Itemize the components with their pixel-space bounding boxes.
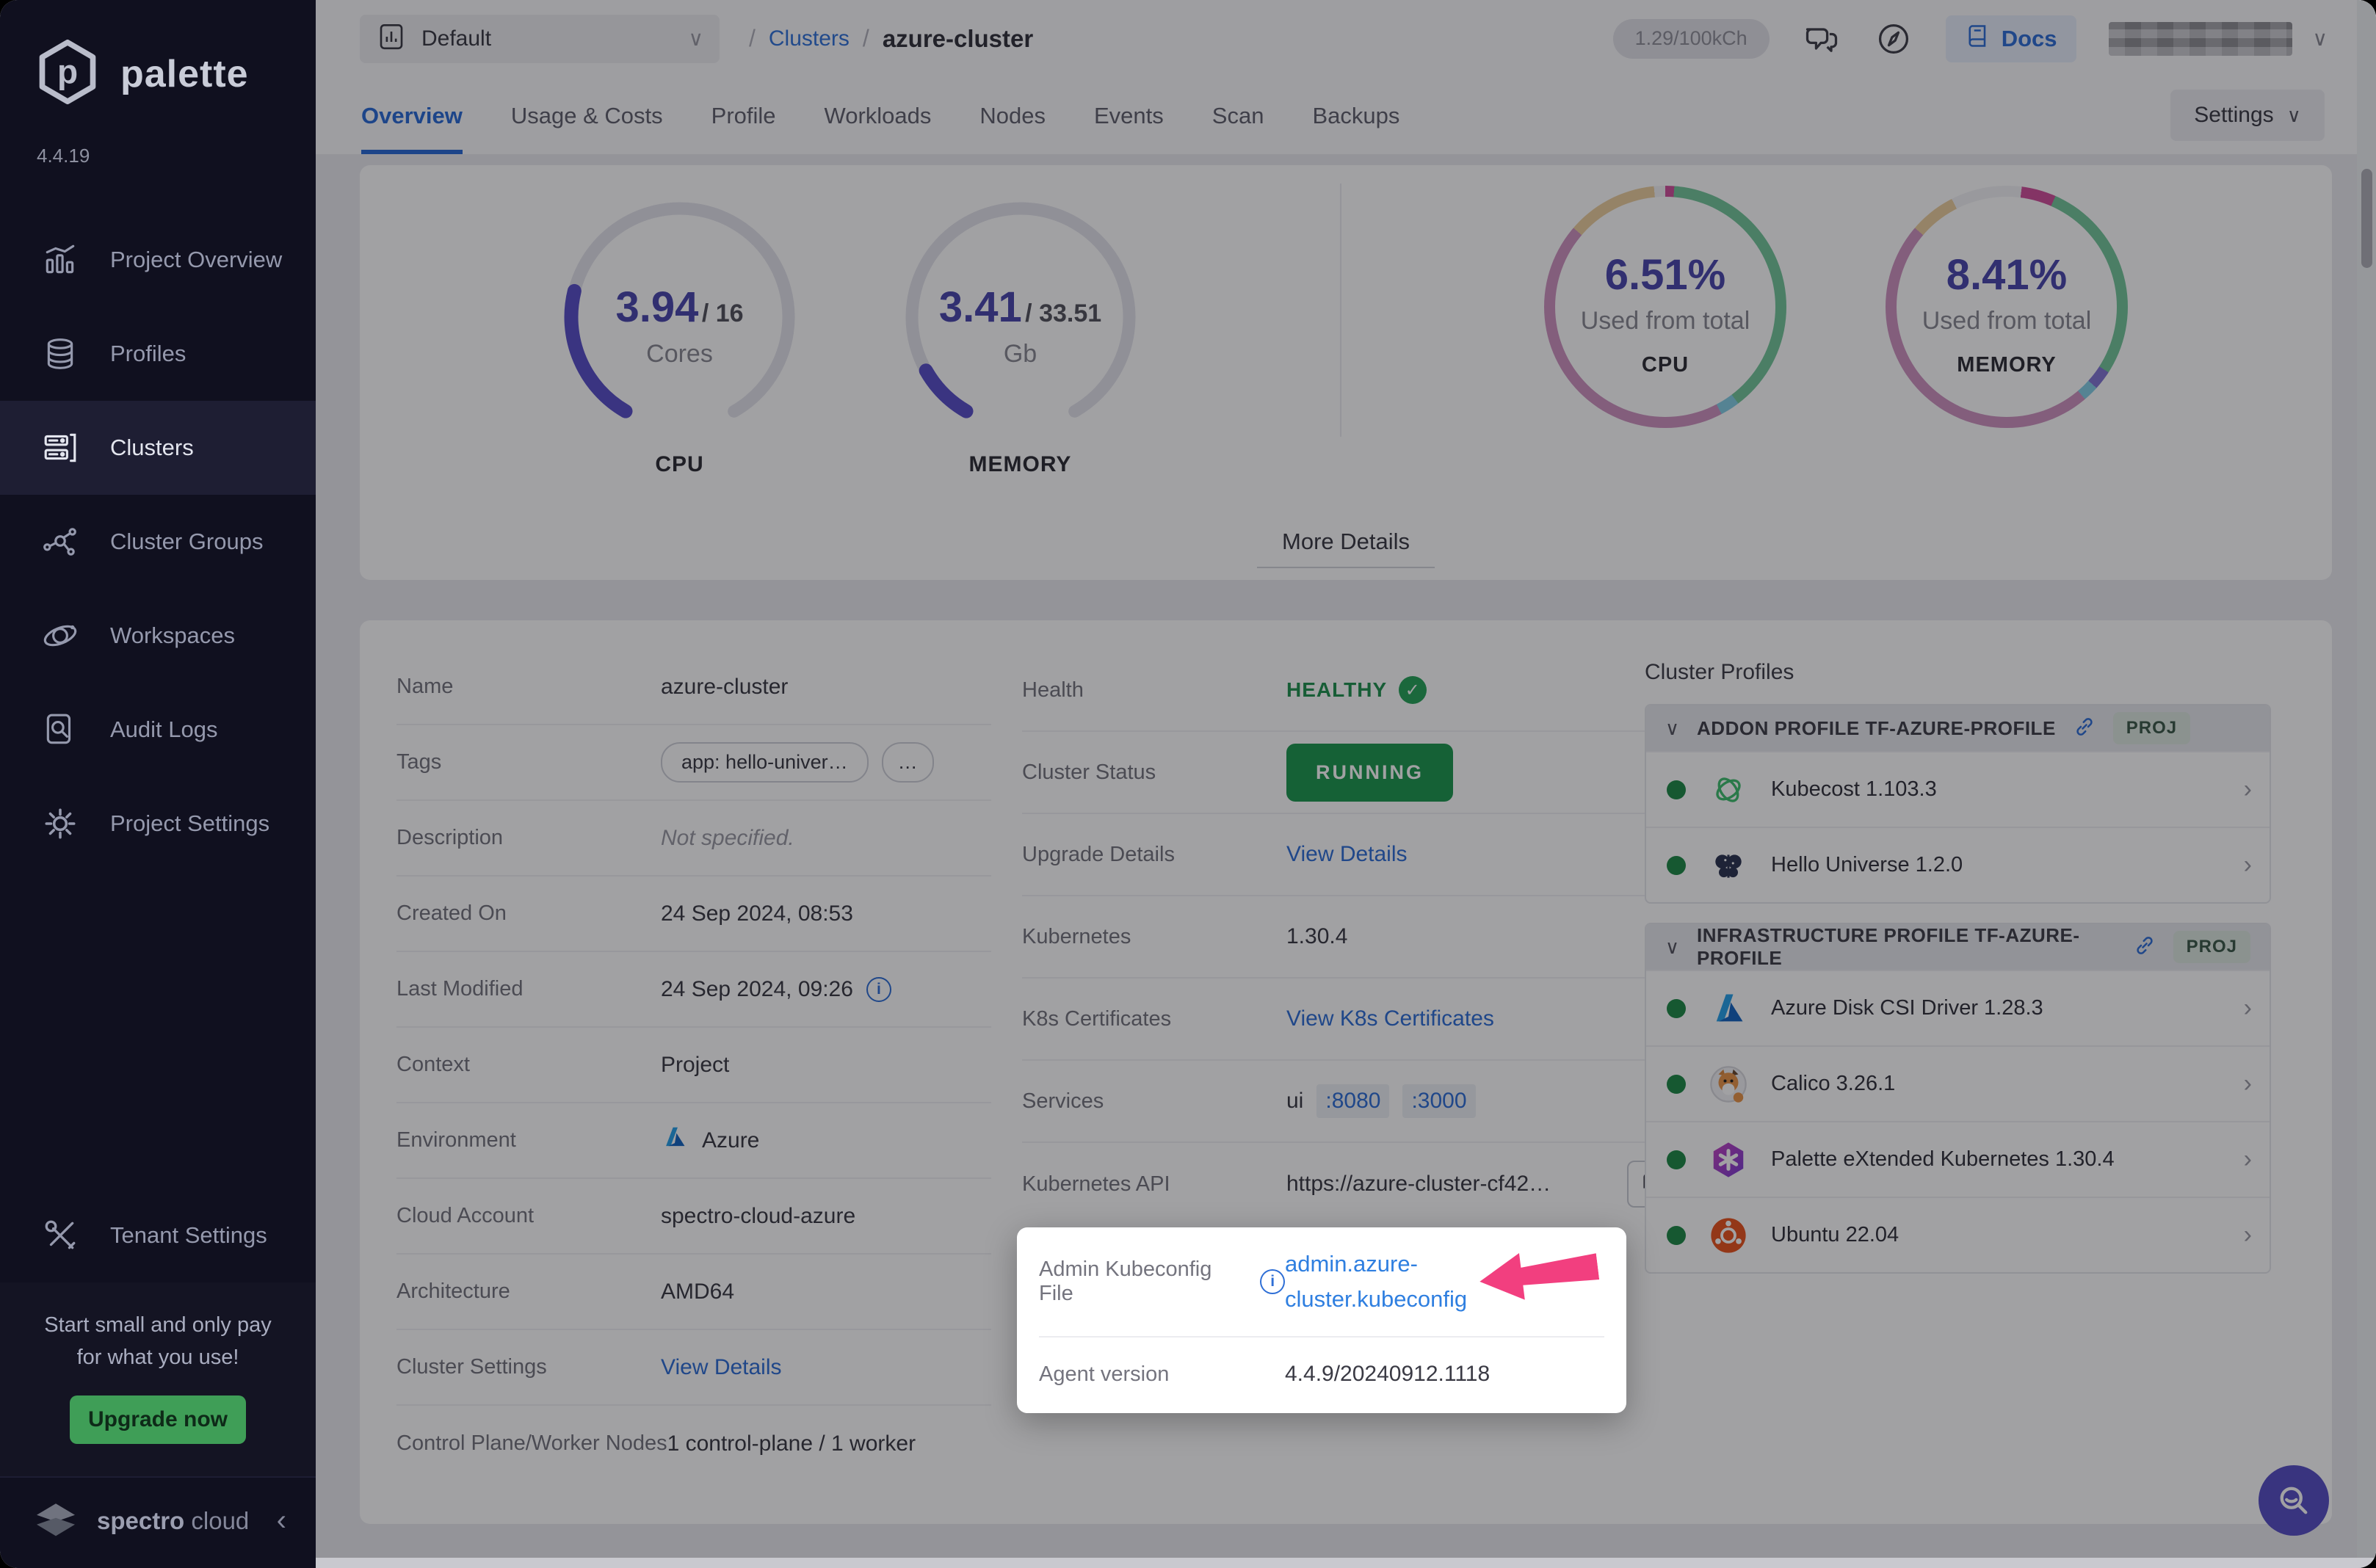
sidebar-item-tenant-settings[interactable]: Tenant Settings xyxy=(0,1188,316,1282)
sidebar-item-label: Cluster Groups xyxy=(110,529,264,554)
promo-line-2: for what you use! xyxy=(76,1346,239,1369)
sidebar-item-label: Clusters xyxy=(110,435,194,460)
horizontal-scrollbar[interactable] xyxy=(316,1558,2376,1568)
sidebar-item-audit-logs[interactable]: Audit Logs xyxy=(0,683,316,777)
agent-version-label: Agent version xyxy=(1039,1362,1170,1386)
promo-line-1: Start small and only pay xyxy=(44,1313,272,1337)
upgrade-now-button[interactable]: Upgrade now xyxy=(70,1395,246,1444)
sidebar-item-label: Audit Logs xyxy=(110,716,218,742)
upgrade-promo: Start small and only pay for what you us… xyxy=(0,1282,316,1476)
layers-icon xyxy=(41,335,79,373)
brand: p palette xyxy=(0,0,316,109)
spectro-cloud-wordmark: spectro cloud xyxy=(97,1506,250,1534)
gear-icon xyxy=(41,805,79,843)
chart-icon xyxy=(41,241,79,279)
sidebar-item-project-settings[interactable]: Project Settings xyxy=(0,777,316,871)
svg-text:p: p xyxy=(57,52,78,90)
servers-icon xyxy=(41,429,79,467)
agent-version-row: Agent version 4.4.9/20240912.1118 xyxy=(1039,1337,1604,1411)
sidebar-item-label: Workspaces xyxy=(110,623,235,648)
sidebar-nav: Project Overview Profiles Clusters Clust… xyxy=(0,213,316,871)
sidebar-item-project-overview[interactable]: Project Overview xyxy=(0,213,316,307)
audit-icon xyxy=(41,711,79,749)
sidebar-item-label: Project Settings xyxy=(110,810,270,836)
admin-kubeconfig-link[interactable]: admin.azure- cluster.kubeconfig xyxy=(1285,1246,1467,1317)
spectro-cloud-logo-icon xyxy=(32,1500,79,1542)
agent-version-value: 4.4.9/20240912.1118 xyxy=(1285,1362,1491,1386)
sidebar-item-label: Profiles xyxy=(110,341,186,366)
palette-logo-icon: p xyxy=(34,38,101,109)
main-content: Default ∨ / Clusters / azure-cluster 1.2… xyxy=(316,0,2376,1568)
app-window: p palette 4.4.19 Project Overview Profil… xyxy=(0,0,2376,1568)
sidebar-item-clusters[interactable]: Clusters xyxy=(0,401,316,495)
sidebar-item-workspaces[interactable]: Workspaces xyxy=(0,589,316,683)
sidebar: p palette 4.4.19 Project Overview Profil… xyxy=(0,0,316,1568)
network-icon xyxy=(41,523,79,561)
collapse-sidebar-icon[interactable]: ‹ xyxy=(277,1504,286,1537)
sidebar-item-profiles[interactable]: Profiles xyxy=(0,307,316,401)
sidebar-item-cluster-groups[interactable]: Cluster Groups xyxy=(0,495,316,589)
sidebar-item-label: Tenant Settings xyxy=(110,1222,267,1248)
info-icon[interactable]: i xyxy=(1260,1269,1285,1294)
sidebar-item-label: Project Overview xyxy=(110,247,283,272)
version-label: 4.4.19 xyxy=(37,145,90,167)
tools-icon xyxy=(41,1216,79,1255)
orbit-icon xyxy=(41,617,79,655)
admin-kubeconfig-label: Admin Kubeconfig File i xyxy=(1039,1257,1285,1306)
brand-name: palette xyxy=(120,52,249,95)
